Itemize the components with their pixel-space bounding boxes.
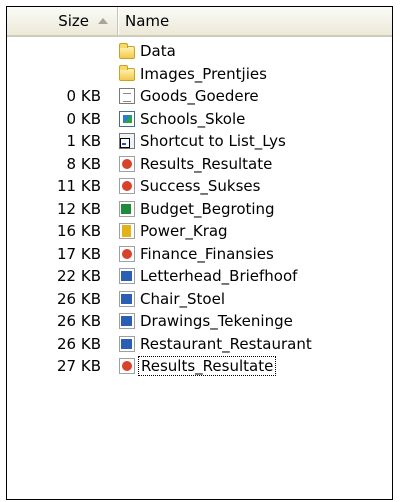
folder-icon xyxy=(119,65,135,82)
file-name: Letterhead_Briefhoof xyxy=(140,267,298,286)
text-document-icon xyxy=(119,88,135,105)
column-header-bar: Size Name xyxy=(7,7,392,37)
powerpoint-icon xyxy=(119,155,135,172)
powerpoint-icon xyxy=(119,245,135,262)
file-row-results-focused[interactable]: 27 KB Results_Resultate xyxy=(7,355,392,378)
excel-icon xyxy=(119,200,135,217)
file-size: 26 KB xyxy=(57,334,101,353)
file-row-restaurant[interactable]: 26 KB Restaurant_Restaurant xyxy=(7,333,392,356)
file-row-success[interactable]: 11 KB Success_Sukses xyxy=(7,175,392,198)
file-size: 17 KB xyxy=(57,244,101,263)
bitmap-image-icon xyxy=(119,110,135,127)
powerpoint-icon xyxy=(119,358,135,375)
file-size: 27 KB xyxy=(57,357,101,375)
file-size: 26 KB xyxy=(57,312,101,330)
file-name: Shortcut to List_Lys xyxy=(140,132,286,151)
word-icon xyxy=(119,313,135,330)
file-name: Drawings_Tekeninge xyxy=(140,312,293,331)
file-name: Results_Resultate xyxy=(140,154,273,173)
file-row-finance[interactable]: 17 KB Finance_Finansies xyxy=(7,243,392,266)
size-column-header[interactable]: Size xyxy=(7,7,118,35)
file-size: 11 KB xyxy=(57,177,101,195)
publisher-icon xyxy=(119,223,135,240)
file-size: 22 KB xyxy=(57,267,101,285)
file-size: 12 KB xyxy=(57,199,101,218)
file-row-images-folder[interactable]: Images_Prentjies xyxy=(7,63,392,86)
file-row-power[interactable]: 16 KB Power_Krag xyxy=(7,220,392,243)
name-column-label: Name xyxy=(125,12,170,30)
file-list-view: Size Name Data Images_Prentjies 0 KB Goo… xyxy=(6,6,393,500)
size-column-label: Size xyxy=(58,12,89,30)
file-size: 0 KB xyxy=(66,87,101,105)
shortcut-icon xyxy=(119,133,135,150)
file-name: Power_Krag xyxy=(140,222,228,241)
file-name: Chair_Stoel xyxy=(140,289,225,308)
file-row-budget[interactable]: 12 KB Budget_Begroting xyxy=(7,198,392,221)
file-row-results[interactable]: 8 KB Results_Resultate xyxy=(7,153,392,176)
file-size: 16 KB xyxy=(57,222,101,240)
folder-icon xyxy=(119,42,135,59)
file-size: 0 KB xyxy=(66,109,101,128)
file-rows: Data Images_Prentjies 0 KB Goods_Goedere… xyxy=(7,40,392,378)
file-name: Data xyxy=(140,42,176,61)
file-name: Results_Resultate xyxy=(138,356,277,377)
file-row-goods[interactable]: 0 KB Goods_Goedere xyxy=(7,85,392,108)
word-icon xyxy=(119,268,135,285)
file-row-shortcut-list[interactable]: 1 KB Shortcut to List_Lys xyxy=(7,130,392,153)
name-column-header[interactable]: Name xyxy=(118,7,392,35)
file-size: 8 KB xyxy=(66,154,101,173)
file-row-chair[interactable]: 26 KB Chair_Stoel xyxy=(7,288,392,311)
word-icon xyxy=(119,335,135,352)
file-row-letterhead[interactable]: 22 KB Letterhead_Briefhoof xyxy=(7,265,392,288)
file-row-drawings[interactable]: 26 KB Drawings_Tekeninge xyxy=(7,310,392,333)
powerpoint-icon xyxy=(119,178,135,195)
file-name: Restaurant_Restaurant xyxy=(140,334,312,353)
file-name: Budget_Begroting xyxy=(140,199,275,218)
word-icon xyxy=(119,290,135,307)
file-name: Images_Prentjies xyxy=(140,64,267,83)
file-name: Goods_Goedere xyxy=(140,87,259,106)
file-size: 1 KB xyxy=(66,132,101,150)
file-row-data-folder[interactable]: Data xyxy=(7,40,392,63)
file-row-schools[interactable]: 0 KB Schools_Skole xyxy=(7,108,392,131)
file-name: Finance_Finansies xyxy=(140,244,274,263)
sort-ascending-icon xyxy=(98,18,108,24)
file-size: 26 KB xyxy=(57,289,101,308)
file-name: Schools_Skole xyxy=(140,109,246,128)
file-name: Success_Sukses xyxy=(140,177,261,196)
